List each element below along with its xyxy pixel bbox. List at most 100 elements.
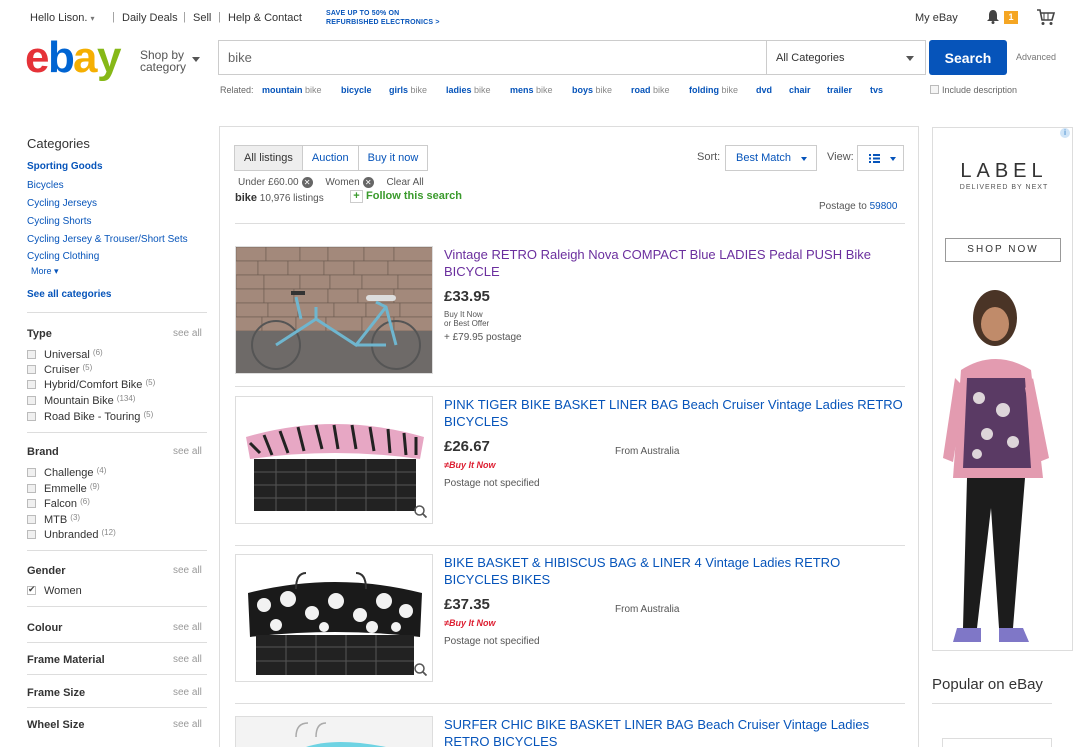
chevron-down-icon (906, 56, 914, 61)
sell-link[interactable]: Sell (193, 12, 211, 24)
filter-heading-colour[interactable]: Colour (27, 622, 62, 634)
close-icon[interactable]: ✕ (362, 177, 374, 188)
checkbox[interactable] (27, 515, 36, 524)
related-link[interactable]: trailer (827, 85, 852, 95)
checkbox[interactable] (27, 350, 36, 359)
filter-option[interactable]: Women (27, 584, 82, 597)
related-link[interactable]: girls bike (389, 85, 427, 95)
related-link[interactable]: mountain bike (262, 85, 322, 95)
category-select[interactable]: All Categories (766, 40, 926, 75)
checkbox[interactable] (27, 484, 36, 493)
related-link[interactable]: ladies bike (446, 85, 491, 95)
advanced-search-link[interactable]: Advanced (1016, 52, 1056, 62)
ebay-logo[interactable]: e b a y (25, 36, 133, 82)
category-link[interactable]: Cycling Shorts (27, 216, 91, 227)
checkbox[interactable] (27, 365, 36, 374)
follow-search-button[interactable]: + Follow this search (350, 190, 462, 203)
listing-title-link[interactable]: PINK TIGER BIKE BASKET LINER BAG Beach C… (444, 396, 904, 430)
view-dropdown[interactable] (857, 145, 904, 171)
filter-option[interactable]: Mountain Bike (134) (27, 394, 135, 407)
help-contact-link[interactable]: Help & Contact (228, 12, 302, 24)
checkbox[interactable] (27, 396, 36, 405)
advertisement[interactable]: LABEL DELIVERED BY NEXT SHOP NOW (932, 127, 1073, 651)
close-icon[interactable]: ✕ (301, 177, 313, 188)
popular-item-card[interactable] (942, 738, 1052, 747)
filter-option[interactable]: Falcon (6) (27, 497, 90, 510)
filter-option[interactable]: Road Bike - Touring (5) (27, 410, 153, 423)
checkbox[interactable] (27, 412, 36, 421)
zoom-icon[interactable] (414, 505, 427, 518)
category-link[interactable]: Bicycles (27, 180, 64, 191)
checkbox[interactable] (27, 499, 36, 508)
greeting-menu[interactable]: Hello Lison. ▾ (30, 12, 95, 24)
related-link[interactable]: dvd (756, 85, 772, 95)
filter-heading-frame-size[interactable]: Frame Size (27, 687, 85, 699)
ad-info-icon[interactable]: i (1060, 128, 1070, 138)
related-link[interactable]: mens bike (510, 85, 553, 95)
shop-by-category-button[interactable]: Shop by category (140, 49, 200, 73)
filter-option[interactable]: MTB (3) (27, 513, 80, 526)
daily-deals-link[interactable]: Daily Deals (122, 12, 178, 24)
checkbox[interactable] (27, 530, 36, 539)
see-all-link[interactable]: see all (173, 622, 202, 633)
filter-heading-wheel-size[interactable]: Wheel Size (27, 719, 84, 731)
filter-option[interactable]: Hybrid/Comfort Bike (5) (27, 378, 155, 391)
category-link[interactable]: Cycling Clothing (27, 251, 99, 262)
tab-auction[interactable]: Auction (301, 145, 359, 171)
cart-icon[interactable] (1036, 8, 1056, 26)
related-link[interactable]: tvs (870, 85, 883, 95)
category-link-sporting-goods[interactable]: Sporting Goods (27, 161, 103, 172)
see-all-link[interactable]: see all (173, 446, 202, 457)
related-link[interactable]: bicycle (341, 85, 372, 95)
filter-option[interactable]: Cruiser (5) (27, 363, 92, 376)
see-all-link[interactable]: see all (173, 719, 202, 730)
divider: | (183, 11, 186, 23)
results-panel: All listings Auction Buy it now Sort: Be… (219, 126, 919, 747)
checkbox-checked[interactable] (27, 584, 36, 595)
tab-all-listings[interactable]: All listings (234, 145, 303, 171)
listing-title-link[interactable]: Vintage RETRO Raleigh Nova COMPACT Blue … (444, 246, 904, 280)
listing-title-link[interactable]: BIKE BASKET & HIBISCUS BAG & LINER 4 Vin… (444, 554, 904, 588)
ad-shop-now-button[interactable]: SHOP NOW (945, 238, 1061, 262)
categories-heading: Categories (27, 136, 90, 151)
sort-dropdown[interactable]: Best Match (725, 145, 817, 171)
filter-chip[interactable]: Under £60.00 ✕ (238, 177, 313, 188)
include-description-checkbox[interactable]: Include description (930, 85, 1017, 95)
my-ebay-link[interactable]: My eBay (915, 12, 958, 24)
bell-icon[interactable] (986, 9, 1000, 24)
search-button[interactable]: Search (929, 40, 1007, 75)
filter-chip[interactable]: Women ✕ (325, 177, 374, 188)
category-link[interactable]: Cycling Jersey & Trouser/Short Sets (27, 234, 188, 245)
related-link[interactable]: chair (789, 85, 811, 95)
see-all-link[interactable]: see all (173, 328, 202, 339)
filter-option[interactable]: Emmelle (9) (27, 482, 100, 495)
related-label: Related: (220, 85, 254, 95)
checkbox[interactable] (930, 85, 939, 94)
filter-option[interactable]: Unbranded (12) (27, 528, 116, 541)
promo-banner-link[interactable]: SAVE UP TO 50% ON REFURBISHED ELECTRONIC… (326, 9, 440, 27)
search-input[interactable] (219, 41, 766, 74)
checkbox[interactable] (27, 380, 36, 389)
see-all-link[interactable]: see all (173, 565, 202, 576)
checkbox[interactable] (27, 468, 36, 477)
listing-image[interactable] (235, 246, 433, 374)
listing-image[interactable] (235, 716, 433, 747)
listing-image[interactable] (235, 554, 433, 682)
filter-heading-frame-material[interactable]: Frame Material (27, 654, 105, 666)
related-link[interactable]: folding bike (689, 85, 738, 95)
clear-all-link[interactable]: Clear All (386, 177, 423, 188)
zoom-icon[interactable] (414, 663, 427, 676)
tab-buy-it-now[interactable]: Buy it now (357, 145, 429, 171)
see-all-link[interactable]: see all (173, 687, 202, 698)
related-link[interactable]: road bike (631, 85, 670, 95)
see-all-link[interactable]: see all (173, 654, 202, 665)
see-all-categories-link[interactable]: See all categories (27, 289, 112, 300)
more-categories-link[interactable]: More ▾ (31, 266, 59, 277)
listing-title-link[interactable]: SURFER CHIC BIKE BASKET LINER BAG Beach … (444, 716, 904, 747)
category-link[interactable]: Cycling Jerseys (27, 198, 97, 209)
filter-option[interactable]: Universal (6) (27, 348, 103, 361)
postcode-link[interactable]: 59800 (870, 201, 898, 212)
listing-image[interactable] (235, 396, 433, 524)
related-link[interactable]: boys bike (572, 85, 612, 95)
filter-option[interactable]: Challenge (4) (27, 466, 106, 479)
